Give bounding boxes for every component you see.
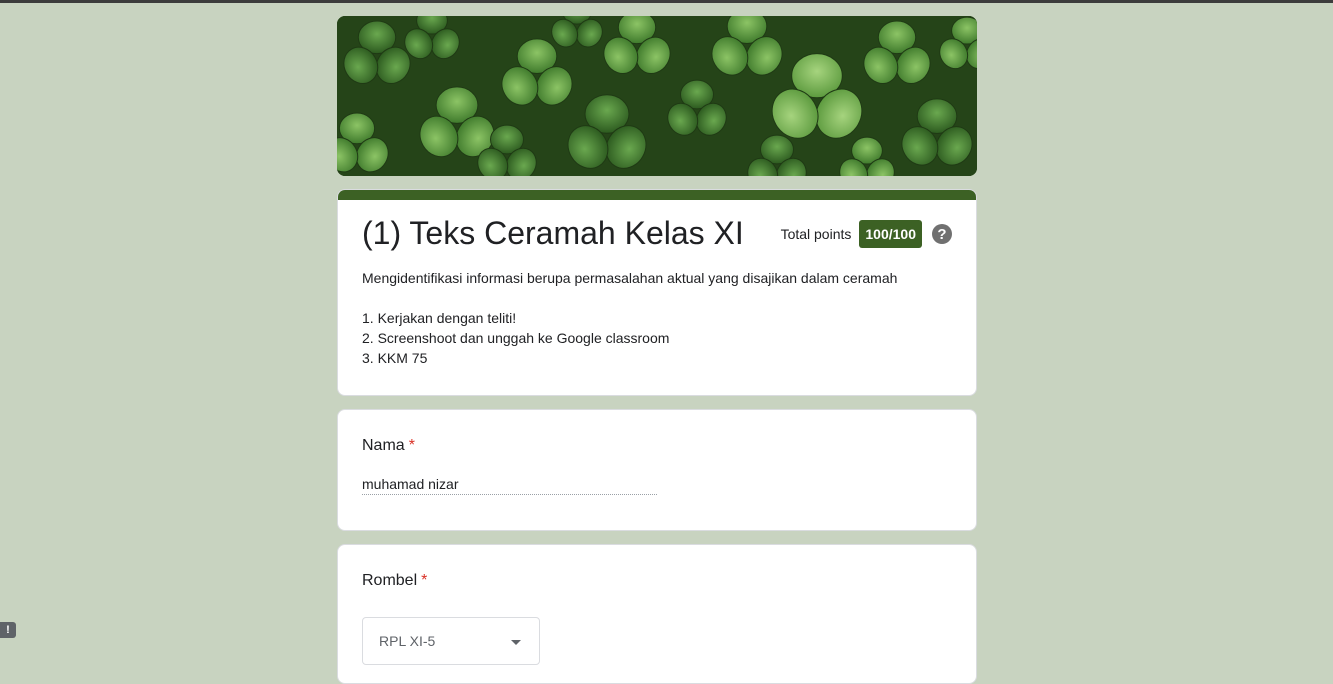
form-title: (1) Teks Ceramah Kelas XI: [362, 215, 744, 251]
form-column: (1) Teks Ceramah Kelas XI Total points 1…: [337, 16, 977, 684]
question-title: Nama: [362, 437, 405, 454]
question-card-rombel: Rombel * RPL XI-5: [337, 544, 977, 684]
theme-strip: [338, 190, 976, 200]
rombel-dropdown[interactable]: RPL XI-5: [362, 617, 540, 665]
total-points-label: Total points: [780, 226, 852, 242]
question-label: Nama *: [362, 437, 415, 455]
form-header-card: (1) Teks Ceramah Kelas XI Total points 1…: [337, 189, 977, 396]
nama-answer-input[interactable]: [362, 474, 657, 495]
browser-top-bar: [0, 0, 1333, 3]
header-image: [337, 16, 977, 176]
feedback-button[interactable]: !: [0, 622, 16, 638]
dropdown-selected-value: RPL XI-5: [379, 633, 436, 649]
score-badge: 100/100: [859, 220, 922, 248]
description-item: 3. KKM 75: [362, 350, 428, 366]
required-asterisk: *: [408, 437, 415, 454]
total-points: Total points 100/100 ?: [781, 220, 952, 248]
clover-leaves-image: [337, 16, 977, 176]
form-description: Mengidentifikasi informasi berupa permas…: [362, 268, 897, 368]
question-card-nama: Nama *: [337, 409, 977, 531]
question-title: Rombel: [362, 572, 418, 589]
description-item: 1. Kerjakan dengan teliti!: [362, 310, 517, 326]
description-intro: Mengidentifikasi informasi berupa permas…: [362, 270, 898, 286]
question-label: Rombel *: [362, 572, 427, 590]
help-icon[interactable]: ?: [932, 224, 952, 244]
chevron-down-icon: [511, 639, 521, 645]
description-item: 2. Screenshoot dan unggah ke Google clas…: [362, 330, 670, 346]
required-asterisk: *: [421, 572, 428, 589]
